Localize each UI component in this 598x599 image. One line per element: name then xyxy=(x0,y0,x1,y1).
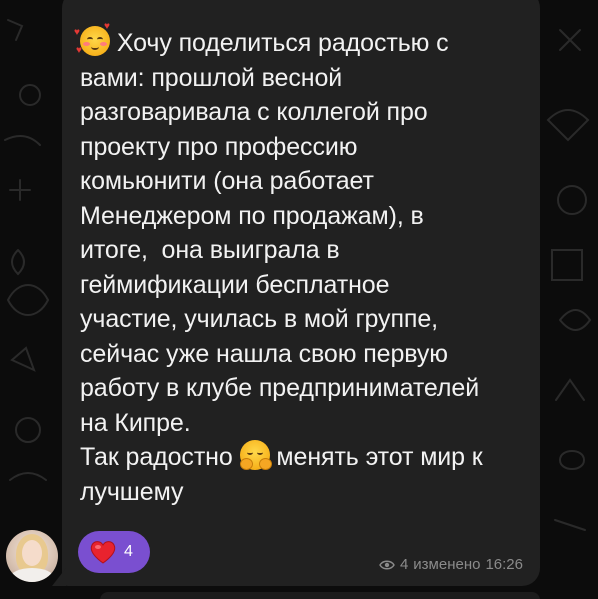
message-line: Так радостно xyxy=(80,443,233,471)
message-bubble-tail xyxy=(52,568,66,586)
message-line: сейчас уже нашла свою первую xyxy=(80,339,448,368)
doodle-arrow-icon xyxy=(7,19,24,41)
doodle-face-icon xyxy=(15,417,41,443)
message-line: итоге, она выиграла в xyxy=(80,236,340,264)
message-line: работу в клубе предпринимателей xyxy=(80,374,480,402)
chat-background: ♥ ♥ ♥ Хочу поделиться радостью с вами: про… xyxy=(0,0,598,599)
doodle-plus-icon xyxy=(9,179,31,201)
message-line: вами: прошлой весной xyxy=(80,63,343,92)
message-line: на Кипре. xyxy=(80,408,191,437)
doodle-hat-icon xyxy=(546,109,590,142)
message-line: геймификации бесплатное xyxy=(80,270,390,299)
views-count: 4 xyxy=(399,556,409,573)
next-message-edge xyxy=(100,592,540,599)
doodle-fish-icon xyxy=(559,309,592,331)
message-meta: 4 изменено 16:26 xyxy=(379,556,523,574)
doodle-wave-icon xyxy=(4,135,41,146)
message-line: комьюнити (она работает xyxy=(80,167,374,195)
doodle-heart-icon xyxy=(7,284,50,316)
reaction-button[interactable]: 4 xyxy=(78,531,150,573)
avatar-face xyxy=(22,540,42,566)
doodle-cross-icon xyxy=(559,29,581,51)
heart-icon xyxy=(90,541,116,564)
message-line: лучшему xyxy=(80,477,184,506)
doodle-ring-icon xyxy=(557,185,587,215)
doodle-line-icon xyxy=(554,519,586,531)
doodle-leaf-icon xyxy=(11,249,25,276)
doodle-circle-icon xyxy=(19,84,41,106)
message-line: Менеджером по продажам), в xyxy=(80,201,424,230)
doodle-roof-icon xyxy=(555,378,585,401)
message-line: менять этот мир к xyxy=(276,443,483,471)
avatar-shoulders xyxy=(10,568,54,582)
edited-label: изменено xyxy=(413,556,481,573)
doodle-box-icon xyxy=(551,249,583,281)
avatar[interactable] xyxy=(6,530,58,582)
hugging-face-icon xyxy=(239,440,272,470)
message-line: проекту про профессию xyxy=(80,132,358,161)
message-line: участие, училась в мой группе, xyxy=(80,305,438,333)
doodle-smile-icon xyxy=(9,472,47,481)
message-time: 16:26 xyxy=(485,556,523,573)
doodle-egg-icon xyxy=(559,450,586,470)
message-line: Хочу поделиться радостью с xyxy=(116,29,449,57)
message-line: разговаривала с коллегой про xyxy=(80,98,428,126)
views-icon xyxy=(379,560,395,570)
reaction-count: 4 xyxy=(124,543,133,560)
message-text: ♥ ♥ ♥ Хочу поделиться радостью с вами: про… xyxy=(74,21,530,509)
doodle-plane-icon xyxy=(10,346,36,372)
smiling-face-with-hearts-icon: ♥ ♥ ♥ xyxy=(74,21,110,56)
